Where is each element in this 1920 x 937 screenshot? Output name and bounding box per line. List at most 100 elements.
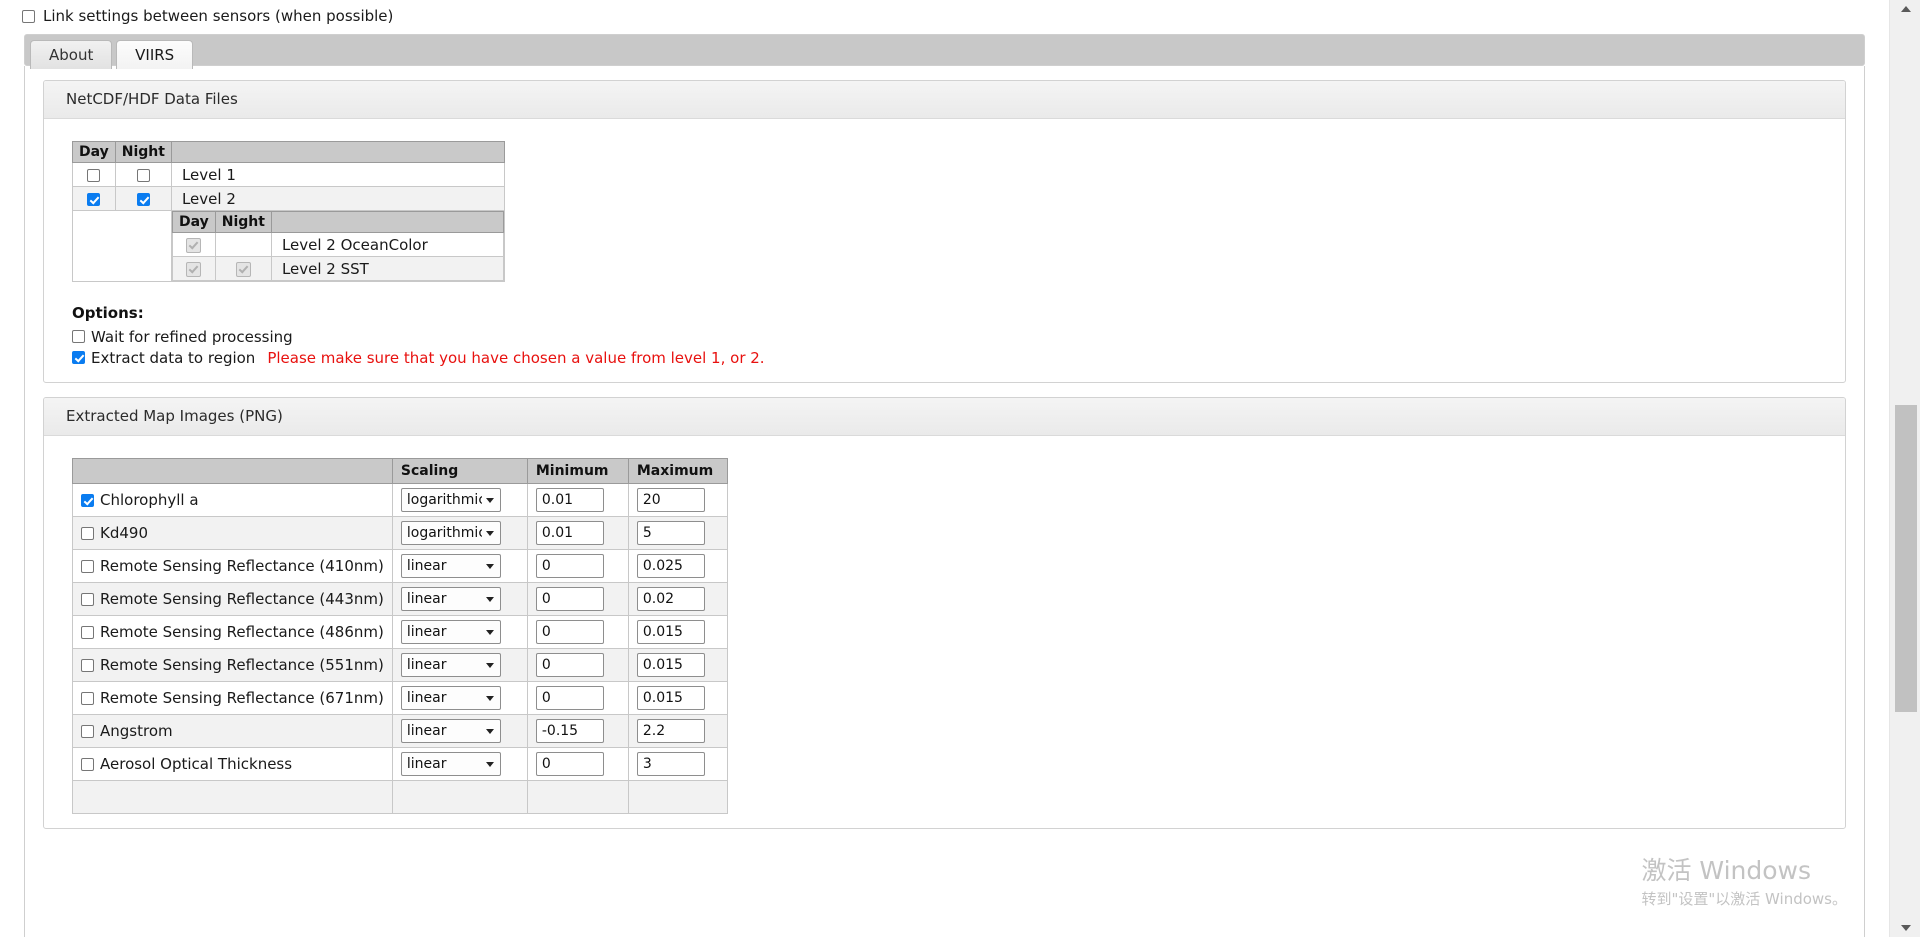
param-partial-cell [526, 780, 629, 814]
param-scaling-select[interactable]: linearlogarithmic [400, 488, 501, 512]
param-max-input[interactable] [636, 488, 705, 512]
panel-map-images-header[interactable]: Extracted Map Images (PNG) [44, 398, 1845, 436]
param-label-wrap: Remote Sensing Reflectance (443nm) [81, 590, 384, 608]
param-scaling-select[interactable]: linearlogarithmic [400, 686, 501, 710]
param-min-input[interactable] [535, 521, 604, 545]
params-header-scaling: Scaling [391, 458, 528, 484]
param-scaling-select[interactable]: linearlogarithmic [400, 587, 501, 611]
param-label: Remote Sensing Reflectance (410nm) [100, 557, 384, 575]
param-label: Aerosol Optical Thickness [100, 755, 293, 773]
param-partial-cell [72, 780, 393, 814]
level1-day-checkbox[interactable] [87, 168, 101, 182]
level2-day-checkbox[interactable] [87, 192, 101, 206]
extract-region-checkbox[interactable] [72, 351, 85, 364]
param-enable-checkbox[interactable] [81, 493, 94, 507]
param-name-cell: Aerosol Optical Thickness [72, 747, 393, 781]
param-name-cell: Kd490 [72, 516, 393, 550]
param-max-input[interactable] [636, 554, 705, 578]
scrollbar-thumb[interactable] [1895, 405, 1917, 712]
param-enable-checkbox[interactable] [81, 691, 94, 705]
panel-data-files-body: Day Night Level 1 Level 2 Day Night Leve… [44, 119, 1845, 382]
vertical-scrollbar[interactable] [1889, 0, 1920, 937]
level2-label: Level 2 [170, 186, 505, 211]
param-max-input[interactable] [636, 752, 705, 776]
param-min-input[interactable] [535, 587, 604, 611]
param-min-cell [526, 648, 629, 682]
scroll-up-arrow-icon[interactable] [1890, 0, 1920, 18]
table-row [72, 780, 728, 814]
param-min-input[interactable] [535, 554, 604, 578]
scaling-select-wrap: linearlogarithmic [400, 686, 501, 710]
param-max-input[interactable] [636, 653, 705, 677]
param-min-input[interactable] [535, 620, 604, 644]
param-min-input[interactable] [535, 653, 604, 677]
param-max-input[interactable] [636, 620, 705, 644]
param-name-cell: Remote Sensing Reflectance (486nm) [72, 615, 393, 649]
param-scaling-select[interactable]: linearlogarithmic [400, 521, 501, 545]
param-label: Remote Sensing Reflectance (551nm) [100, 656, 384, 674]
param-scaling-cell: linearlogarithmic [391, 615, 528, 649]
param-max-cell [627, 516, 728, 550]
tab-viirs[interactable]: VIIRS [116, 40, 194, 69]
link-settings-checkbox[interactable] [22, 9, 35, 23]
param-name-cell: Remote Sensing Reflectance (410nm) [72, 549, 393, 583]
param-min-input[interactable] [535, 752, 604, 776]
level-header-day: Day [72, 141, 116, 163]
param-scaling-select[interactable]: linearlogarithmic [400, 554, 501, 578]
level1-night-cell [114, 162, 172, 187]
param-max-cell [627, 615, 728, 649]
param-min-input[interactable] [535, 719, 604, 743]
level2-night-checkbox[interactable] [136, 192, 150, 206]
param-label: Chlorophyll a [100, 491, 199, 509]
scaling-select-wrap: linearlogarithmic [400, 752, 501, 776]
param-scaling-select[interactable]: linearlogarithmic [400, 653, 501, 677]
wait-refined-checkbox[interactable] [72, 330, 85, 343]
level-header-blank [170, 141, 505, 163]
table-row: Level 2 SST [171, 256, 504, 281]
oceancolor-night-cell [214, 232, 272, 257]
param-min-input[interactable] [535, 488, 604, 512]
panel-map-images: Extracted Map Images (PNG) Scaling Minim… [43, 397, 1846, 829]
param-enable-checkbox[interactable] [81, 559, 94, 573]
param-name-cell: Remote Sensing Reflectance (671nm) [72, 681, 393, 715]
table-row: Remote Sensing Reflectance (443nm) linear… [72, 582, 728, 616]
param-label-wrap: Remote Sensing Reflectance (671nm) [81, 689, 384, 707]
param-max-input[interactable] [636, 521, 705, 545]
param-enable-checkbox[interactable] [81, 724, 94, 738]
param-enable-checkbox[interactable] [81, 592, 94, 606]
param-scaling-select[interactable]: linearlogarithmic [400, 620, 501, 644]
param-enable-checkbox[interactable] [81, 658, 94, 672]
param-label: Angstrom [100, 722, 173, 740]
tab-strip: About VIIRS [24, 34, 1865, 69]
param-partial-cell [627, 780, 728, 814]
sst-day-checkbox [186, 261, 202, 277]
param-scaling-cell: linearlogarithmic [391, 681, 528, 715]
table-row: Kd490 linearlogarithmic [72, 516, 728, 550]
page-root: Link settings between sensors (when poss… [0, 0, 1920, 937]
param-scaling-select[interactable]: linearlogarithmic [400, 752, 501, 776]
param-min-input[interactable] [535, 686, 604, 710]
level1-night-checkbox[interactable] [136, 168, 150, 182]
tab-about[interactable]: About [30, 40, 113, 69]
level1-day-cell [72, 162, 116, 187]
option-row-extract-region: Extract data to region Please make sure … [72, 347, 1845, 368]
param-min-cell [526, 582, 629, 616]
param-label-wrap: Remote Sensing Reflectance (486nm) [81, 623, 384, 641]
param-max-input[interactable] [636, 719, 705, 743]
param-enable-checkbox[interactable] [81, 526, 94, 540]
param-max-input[interactable] [636, 587, 705, 611]
param-min-cell [526, 549, 629, 583]
param-enable-checkbox[interactable] [81, 757, 94, 771]
param-enable-checkbox[interactable] [81, 625, 94, 639]
sst-day-cell [171, 256, 216, 281]
scroll-down-arrow-icon[interactable] [1890, 919, 1920, 937]
param-max-input[interactable] [636, 686, 705, 710]
options-section: Options: Wait for refined processing Ext… [72, 304, 1845, 368]
param-max-cell [627, 582, 728, 616]
param-min-cell [526, 615, 629, 649]
param-scaling-cell: linearlogarithmic [391, 747, 528, 781]
panel-data-files-header[interactable]: NetCDF/HDF Data Files [44, 81, 1845, 119]
link-settings-label: Link settings between sensors (when poss… [43, 7, 394, 25]
param-scaling-select[interactable]: linearlogarithmic [400, 719, 501, 743]
level1-label: Level 1 [170, 162, 505, 187]
